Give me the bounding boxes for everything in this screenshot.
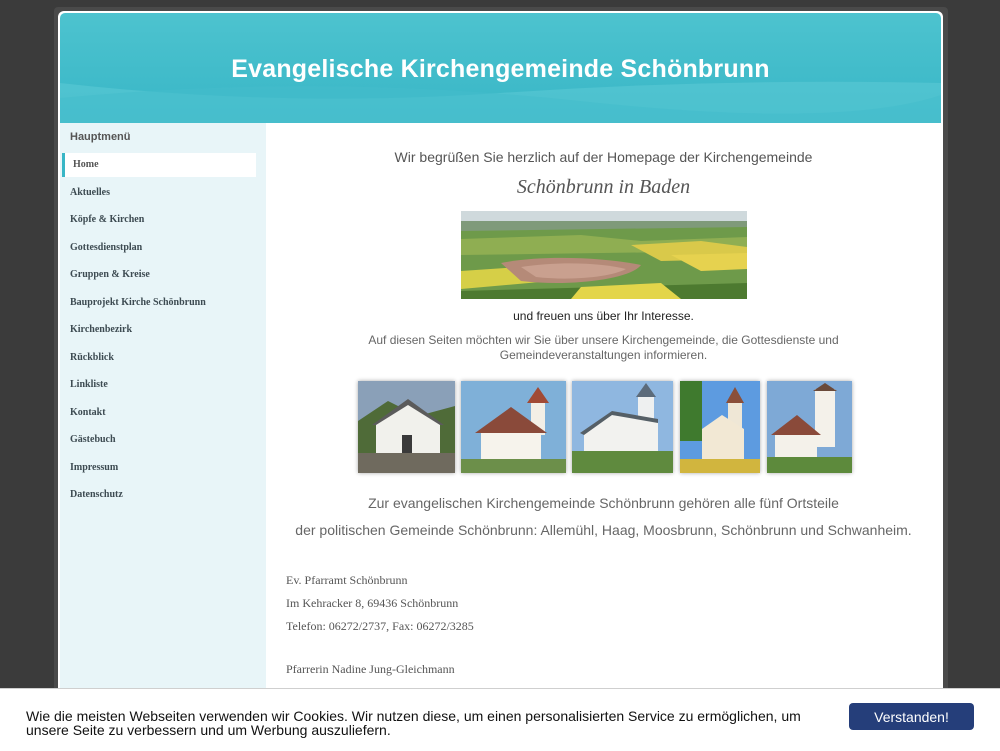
interest-text: und freuen uns über Ihr Interesse.: [513, 309, 694, 323]
intro-text: Auf diesen Seiten möchten wir Sie über u…: [368, 333, 839, 362]
menu-item-kirchenbezirk[interactable]: Kirchenbezirk: [60, 318, 266, 346]
church-photo-5: [767, 381, 852, 473]
ortsteile-text-1: Zur evangelischen Kirchengemeinde Schönb…: [368, 495, 839, 511]
town-heading: Schönbrunn in Baden: [516, 176, 691, 198]
sidebar: Hauptmenü Home Aktuelles Köpfe & Kirchen…: [60, 123, 267, 750]
site-header: Evangelische Kirchengemeinde Schönbrunn: [60, 13, 941, 123]
menu-item-gottesdienstplan[interactable]: Gottesdienstplan: [60, 236, 266, 264]
menu-item-impressum[interactable]: Impressum: [60, 456, 266, 484]
church-photo-3: [572, 381, 673, 473]
address-line-street: Im Kehracker 8, 69436 Schönbrunn: [286, 596, 459, 610]
church-photo-1: [358, 381, 455, 473]
village-panorama-image: [461, 211, 747, 299]
main-menu-heading: Hauptmenü: [70, 131, 131, 143]
menu-item-gaestebuch[interactable]: Gästebuch: [60, 428, 266, 456]
site-title: Evangelische Kirchengemeinde Schönbrunn: [231, 55, 770, 83]
address-line-office: Ev. Pfarramt Schönbrunn: [286, 573, 408, 587]
main-content: Wir begrüßen Sie herzlich auf der Homepa…: [266, 123, 941, 750]
cookie-banner: Wie die meisten Webseiten verwenden wir …: [0, 688, 1000, 751]
welcome-text: Wir begrüßen Sie herzlich auf der Homepa…: [394, 149, 813, 165]
menu-item-linkliste[interactable]: Linkliste: [60, 373, 266, 401]
menu-item-bauprojekt[interactable]: Bauprojekt Kirche Schönbrunn: [60, 291, 266, 319]
menu-item-gruppen-kreise[interactable]: Gruppen & Kreise: [60, 263, 266, 291]
menu-item-koepfe-kirchen[interactable]: Köpfe & Kirchen: [60, 208, 266, 236]
church-photo-row: [358, 381, 852, 473]
menu-item-rueckblick[interactable]: Rückblick: [60, 346, 266, 374]
cookie-accept-button[interactable]: Verstanden!: [849, 703, 974, 730]
pastor-name: Pfarrerin Nadine Jung-Gleichmann: [286, 662, 455, 676]
menu-item-home[interactable]: Home: [62, 153, 256, 177]
ortsteile-text-2: der politischen Gemeinde Schönbrunn: All…: [295, 522, 912, 538]
main-menu: Home Aktuelles Köpfe & Kirchen Gottesdie…: [60, 153, 266, 511]
church-photo-2: [461, 381, 566, 473]
menu-item-kontakt[interactable]: Kontakt: [60, 401, 266, 429]
cookie-text: Wie die meisten Webseiten verwenden wir …: [26, 708, 801, 738]
parish-address: Ev. Pfarramt Schönbrunn Im Kehracker 8, …: [286, 569, 474, 638]
menu-item-datenschutz[interactable]: Datenschutz: [60, 483, 266, 511]
page: Evangelische Kirchengemeinde Schönbrunn …: [58, 11, 943, 750]
address-line-phone: Telefon: 06272/2737, Fax: 06272/3285: [286, 619, 474, 633]
menu-item-aktuelles[interactable]: Aktuelles: [60, 181, 266, 209]
church-photo-4: [680, 381, 760, 473]
